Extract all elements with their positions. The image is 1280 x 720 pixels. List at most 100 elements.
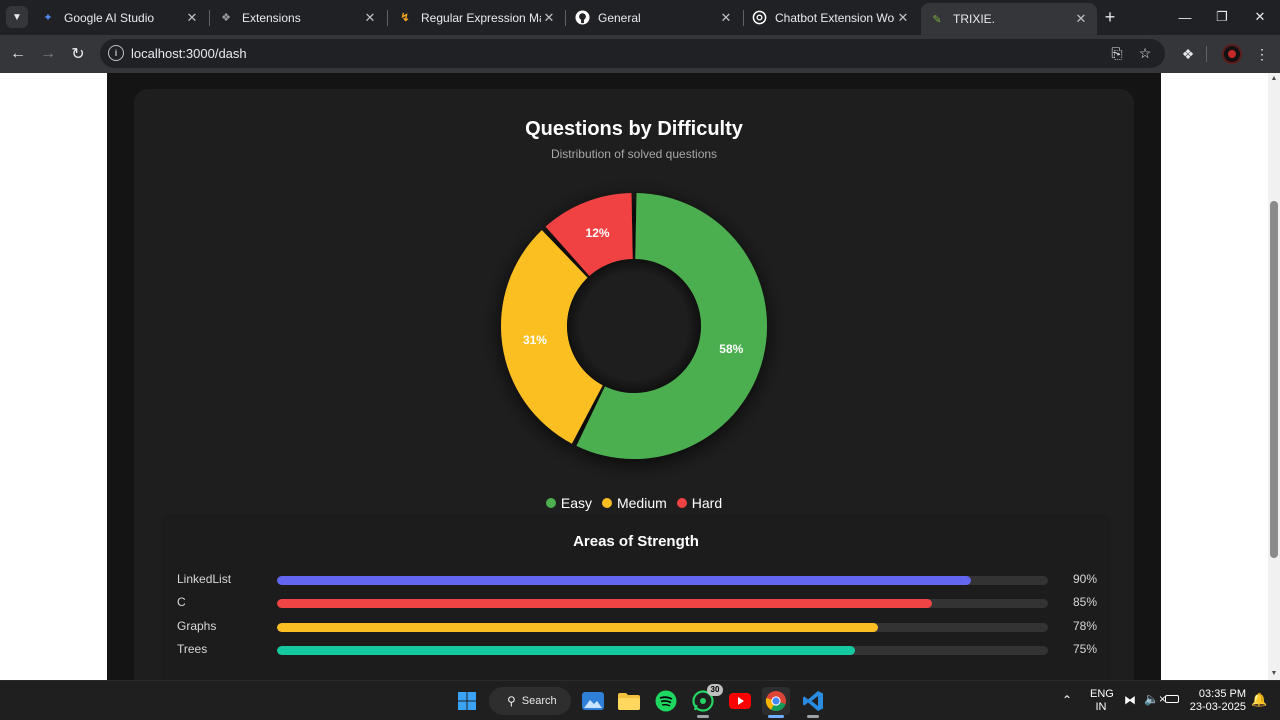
difficulty-donut-chart: 58% 31% 12% xyxy=(500,193,767,459)
strength-row-linkedlist: LinkedList 90% xyxy=(177,572,1097,588)
windows-start-icon[interactable] xyxy=(453,687,481,715)
tab-strip: ▼ ✦ Google AI Studio ✕ ❖ Extensions ✕ ↯ … xyxy=(0,0,1280,35)
reload-button[interactable]: ↻ xyxy=(65,41,91,67)
install-app-icon[interactable]: ⎘ xyxy=(1107,43,1127,63)
taskbar-search-label: Search xyxy=(521,695,557,707)
language-indicator[interactable]: ENG IN xyxy=(1090,688,1114,714)
whatsapp-unread-badge: 30 xyxy=(707,684,723,696)
close-icon[interactable]: ✕ xyxy=(541,10,557,26)
strength-title: Areas of Strength xyxy=(573,533,699,550)
spotify-icon[interactable] xyxy=(652,687,680,715)
strength-label: Trees xyxy=(177,642,208,656)
tab-separator xyxy=(387,10,388,26)
minimize-button[interactable]: — xyxy=(1166,0,1204,34)
tab-extensions[interactable]: ❖ Extensions ✕ xyxy=(210,3,386,32)
close-icon[interactable]: ✕ xyxy=(1073,11,1089,27)
tab-title: Chatbot Extension Workflo xyxy=(775,10,895,25)
windows-taskbar: ⚲ Search 30 ⌃ ENG IN ⧓ 🔈× 03:35 PM 23-03… xyxy=(0,680,1280,720)
page-scrollbar[interactable]: ▲ ▼ xyxy=(1268,73,1280,680)
scroll-up-arrow[interactable]: ▲ xyxy=(1270,75,1278,83)
close-icon[interactable]: ✕ xyxy=(895,10,911,26)
tab-trixie[interactable]: ✎ TRIXIE. ✕ xyxy=(921,3,1097,35)
tab-title: Google AI Studio xyxy=(64,10,155,25)
legend-item-medium[interactable]: Medium xyxy=(601,495,667,511)
close-icon[interactable]: ✕ xyxy=(362,10,378,26)
taskbar-search[interactable]: ⚲ Search xyxy=(489,687,571,715)
file-explorer-icon[interactable] xyxy=(615,687,643,715)
strength-percent: 78% xyxy=(1072,619,1097,633)
language-code: ENG xyxy=(1090,688,1114,700)
search-icon: ⚲ xyxy=(507,694,516,708)
github-icon xyxy=(574,10,590,26)
show-hidden-icons-chevron-icon[interactable]: ⌃ xyxy=(1062,693,1072,707)
legend-item-easy[interactable]: Easy xyxy=(545,495,592,511)
tab-google-ai-studio[interactable]: ✦ Google AI Studio ✕ xyxy=(32,3,208,32)
openai-icon xyxy=(751,10,767,26)
clock-time: 03:35 PM xyxy=(1198,688,1246,700)
youtube-icon[interactable] xyxy=(726,687,754,715)
scroll-down-arrow[interactable]: ▼ xyxy=(1270,670,1278,678)
scroll-thumb[interactable] xyxy=(1270,201,1278,558)
strength-row-c: C 85% xyxy=(177,595,1097,611)
donut-label-easy: 58% xyxy=(719,342,743,356)
strength-label: C xyxy=(177,595,186,609)
brush-icon: ✎ xyxy=(932,13,942,26)
extensions-puzzle-icon[interactable]: ❖ xyxy=(1176,42,1200,66)
legend-label-hard: Hard xyxy=(691,495,723,511)
clock[interactable]: 03:35 PM 23-03-2025 xyxy=(1188,688,1246,714)
tab-general[interactable]: General ✕ xyxy=(566,3,742,32)
tab-title: General xyxy=(598,10,641,25)
chrome-icon[interactable] xyxy=(762,687,790,718)
puzzle-icon: ❖ xyxy=(221,12,231,24)
strength-percent: 75% xyxy=(1072,642,1097,656)
url-text[interactable]: localhost:3000/dash xyxy=(131,46,247,61)
profile-avatar[interactable] xyxy=(1222,44,1242,64)
tab-regular-expression[interactable]: ↯ Regular Expression Matchi ✕ xyxy=(389,3,565,32)
tab-search-menu-button[interactable]: ▼ xyxy=(6,6,28,28)
legend-swatch-hard xyxy=(676,498,687,508)
back-button[interactable]: ← xyxy=(5,41,31,67)
more-menu-icon[interactable]: ⋮ xyxy=(1250,42,1274,66)
address-bar[interactable]: i localhost:3000/dash ⎘ ☆ xyxy=(100,39,1165,68)
strength-bar-fill xyxy=(277,599,933,608)
browser-toolbar: ← → ↻ i localhost:3000/dash ⎘ ☆ ❖ ⋮ xyxy=(0,35,1280,73)
strength-label: Graphs xyxy=(177,619,217,633)
strength-row-trees: Trees 75% xyxy=(177,642,1097,658)
strength-bar-track xyxy=(277,576,1048,585)
notification-bell-icon[interactable]: 🔔 xyxy=(1251,692,1267,708)
strength-row-graphs: Graphs 78% xyxy=(177,619,1097,635)
tab-chatbot-extension[interactable]: Chatbot Extension Workflo ✕ xyxy=(743,3,919,32)
new-tab-button[interactable]: + xyxy=(1099,6,1121,28)
close-icon[interactable]: ✕ xyxy=(718,10,734,26)
close-window-button[interactable]: ✕ xyxy=(1241,0,1279,34)
restore-button[interactable]: ❐ xyxy=(1203,0,1241,34)
dashboard-panel: Questions by Difficulty Distribution of … xyxy=(107,73,1161,680)
strength-bar-fill xyxy=(277,576,971,585)
site-info-icon[interactable]: i xyxy=(108,45,124,61)
clock-date: 23-03-2025 xyxy=(1189,701,1246,713)
donut-label-medium: 31% xyxy=(523,333,547,347)
areas-of-strength-card: Areas of Strength LinkedList 90% C 85% G… xyxy=(161,514,1111,680)
legend-item-hard[interactable]: Hard xyxy=(676,495,723,511)
close-icon[interactable]: ✕ xyxy=(184,10,200,26)
strength-bar-track xyxy=(277,599,1048,608)
donut-label-hard: 12% xyxy=(586,226,610,240)
photos-app-icon[interactable] xyxy=(579,687,607,715)
tab-title: Regular Expression Matchi xyxy=(421,10,541,25)
wifi-icon[interactable]: ⧓ xyxy=(1124,693,1136,707)
whatsapp-icon[interactable]: 30 xyxy=(689,684,723,718)
forward-button[interactable]: → xyxy=(35,41,61,67)
battery-icon[interactable] xyxy=(1165,695,1179,703)
legend-label-medium: Medium xyxy=(616,495,667,511)
legend-swatch-medium xyxy=(601,498,612,508)
running-indicator xyxy=(807,715,819,718)
tab-title: Extensions xyxy=(242,10,301,25)
strength-label: LinkedList xyxy=(177,572,232,586)
tab-title: TRIXIE. xyxy=(953,12,996,26)
volume-muted-icon[interactable]: 🔈× xyxy=(1144,692,1166,706)
page-viewport: Questions by Difficulty Distribution of … xyxy=(0,73,1268,680)
bookmark-star-icon[interactable]: ☆ xyxy=(1135,43,1155,63)
google-ai-studio-icon: ✦ xyxy=(43,12,53,24)
vscode-icon[interactable] xyxy=(799,687,827,718)
region-code: IN xyxy=(1095,701,1107,713)
